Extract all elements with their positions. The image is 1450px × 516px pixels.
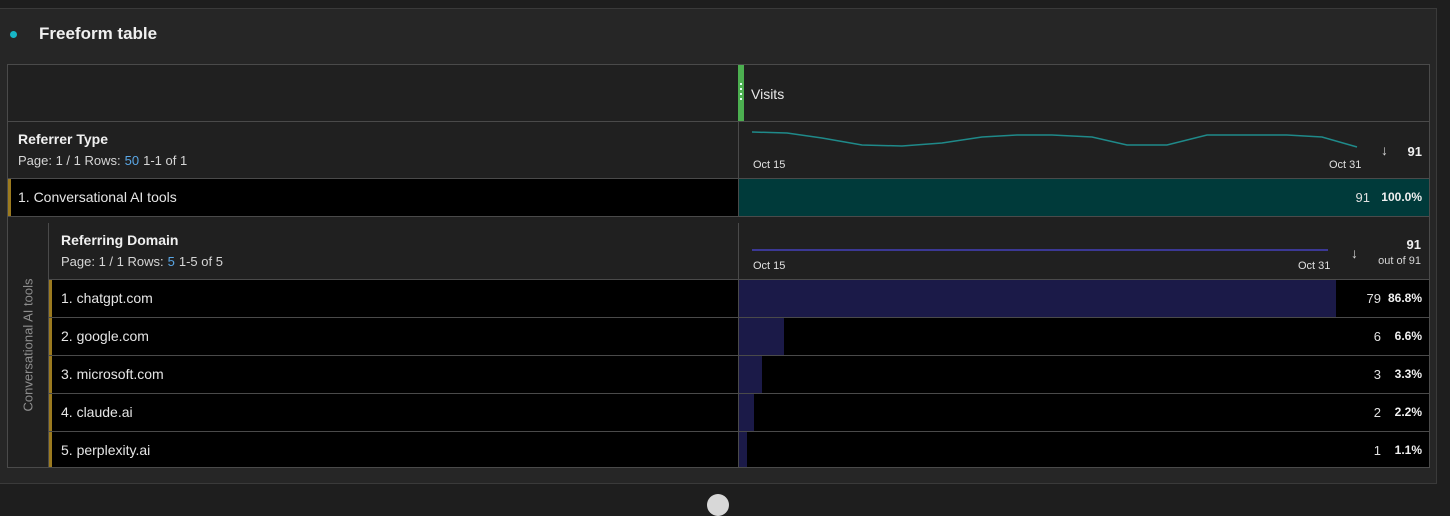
row-value: 91	[1355, 190, 1370, 205]
metric-header-visits[interactable]: Visits	[751, 86, 784, 102]
breakdown-pagination: Page: 1 / 1 Rows: 5 1-5 of 5	[61, 254, 223, 269]
sparkline-start-label: Oct 15	[753, 260, 786, 272]
row-accent	[49, 356, 52, 393]
table-row[interactable]: 4. claude.ai 2 2.2%	[49, 394, 1429, 432]
breakdown-header-row: Referring Domain Page: 1 / 1 Rows: 5 1-5 o…	[49, 223, 1429, 280]
breakdown-total: 91	[1406, 237, 1421, 252]
table-row[interactable]: 1. Conversational AI tools 91 100.0%	[8, 179, 1429, 217]
rows-per-page-link[interactable]: 5	[168, 254, 175, 269]
dimension-pagination: Page: 1 / 1 Rows: 50 1-1 of 1	[18, 153, 187, 168]
bar-cell	[739, 318, 1429, 355]
page-label: Page: 1 / 1 Rows:	[61, 254, 164, 269]
column-divider	[738, 223, 739, 279]
breakdown-sparkline[interactable]	[752, 247, 1330, 255]
row-label: 1. chatgpt.com	[61, 290, 153, 306]
freeform-table: Visits Referrer Type Page: 1 / 1 Rows: 50…	[7, 64, 1430, 468]
breakdown-total-sub: out of 91	[1378, 255, 1421, 267]
row-label: 3. microsoft.com	[61, 366, 164, 382]
row-label: 5. perplexity.ai	[61, 442, 151, 458]
freeform-panel: Freeform table Visits Referrer Type Page…	[0, 8, 1437, 484]
row-percent: 3.3%	[1394, 367, 1422, 381]
table-row[interactable]: 2. google.com 6 6.6%	[49, 318, 1429, 356]
visits-sparkline[interactable]	[752, 128, 1362, 154]
sparkline-end-label: Oct 31	[1298, 260, 1331, 272]
row-accent	[49, 318, 52, 355]
row-percent: 2.2%	[1394, 405, 1422, 419]
dimension-header-row: Referrer Type Page: 1 / 1 Rows: 50 1-1 of …	[8, 122, 1429, 179]
row-percent: 1.1%	[1394, 443, 1422, 457]
dimension-title[interactable]: Referrer Type	[18, 131, 108, 147]
breakdown-dimension-title[interactable]: Referring Domain	[61, 232, 178, 248]
row-bar	[739, 280, 1336, 317]
row-range: 1-5 of 5	[178, 254, 223, 269]
row-label: 2. google.com	[61, 328, 149, 344]
row-bar	[739, 356, 762, 393]
scroll-handle[interactable]	[707, 494, 729, 516]
table-row[interactable]: 5. perplexity.ai 1 1.1%	[49, 432, 1429, 467]
row-percent: 86.8%	[1387, 291, 1422, 305]
panel-title[interactable]: Freeform table	[39, 24, 157, 44]
breakdown-side-text: Conversational AI tools	[20, 278, 36, 412]
row-bar	[739, 179, 1429, 216]
panel-status-dot	[10, 31, 17, 38]
sparkline-start-label: Oct 15	[753, 159, 786, 171]
row-bar	[739, 318, 784, 355]
bar-cell	[739, 356, 1429, 393]
row-label: 4. claude.ai	[61, 404, 133, 420]
drag-dots-icon	[740, 83, 742, 101]
row-accent	[49, 394, 52, 431]
table-row[interactable]: 3. microsoft.com 3 3.3%	[49, 356, 1429, 394]
table-row[interactable]: 1. chatgpt.com 79 86.8%	[49, 280, 1429, 318]
page-label: Page: 1 / 1 Rows:	[18, 153, 121, 168]
column-divider	[738, 122, 739, 178]
breakdown-side-label: Conversational AI tools	[8, 223, 49, 467]
row-percent: 100.0%	[1381, 190, 1422, 204]
metric-header-row: Visits	[8, 65, 1429, 122]
row-percent: 6.6%	[1394, 329, 1422, 343]
sort-descending-icon[interactable]: ↓	[1351, 245, 1358, 261]
row-label: 1. Conversational AI tools	[18, 189, 177, 205]
row-bar	[739, 394, 754, 431]
rows-per-page-link[interactable]: 50	[125, 153, 139, 168]
bar-cell	[739, 280, 1429, 317]
row-accent	[8, 179, 11, 216]
row-bar	[739, 432, 747, 467]
sort-descending-icon[interactable]: ↓	[1381, 142, 1388, 158]
bar-cell	[739, 179, 1429, 216]
row-accent	[49, 432, 52, 467]
metric-total: 91	[1407, 144, 1422, 159]
sparkline-end-label: Oct 31	[1329, 159, 1362, 171]
row-accent	[49, 280, 52, 317]
bar-cell	[739, 394, 1429, 431]
bar-cell	[739, 432, 1429, 467]
row-range: 1-1 of 1	[143, 153, 188, 168]
